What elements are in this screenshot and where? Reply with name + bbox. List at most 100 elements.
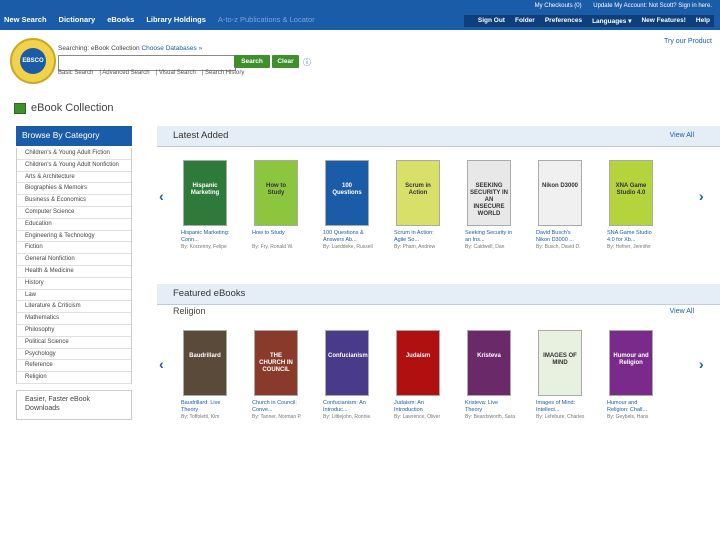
book-title-link[interactable]: Images of Mind: Intellect... xyxy=(536,400,586,413)
nav-library-holdings[interactable]: Library Holdings xyxy=(146,15,206,24)
help-icon[interactable]: ⓘ xyxy=(303,57,311,68)
category-item[interactable]: Religion xyxy=(17,372,131,384)
category-item[interactable]: Political Science xyxy=(17,337,131,349)
category-item[interactable]: Psychology xyxy=(17,349,131,361)
book-cover[interactable]: Judaism xyxy=(396,330,440,396)
help-link[interactable]: Help xyxy=(696,17,710,25)
book-cover[interactable]: Kristeva xyxy=(467,330,511,396)
searching-db-name: Searching: eBook Collection xyxy=(58,45,140,52)
preferences-link[interactable]: Preferences xyxy=(545,17,582,25)
book-author: By: Lueddeke, Russell xyxy=(323,244,373,250)
book-cover[interactable]: Confucianism xyxy=(325,330,369,396)
ebsco-logo[interactable]: EBSCO xyxy=(10,38,56,84)
featured-next-arrow-icon[interactable]: › xyxy=(699,356,704,372)
sign-out-link[interactable]: Sign Out xyxy=(478,17,505,25)
book-title-link[interactable]: Kristeva: Live Theory xyxy=(465,400,515,413)
category-item[interactable]: Philosophy xyxy=(17,325,131,337)
category-item[interactable]: Mathematics xyxy=(17,313,131,325)
languages-menu[interactable]: Languages ▾ xyxy=(592,17,631,25)
latest-added-header: Latest Added View All xyxy=(157,126,720,147)
my-checkouts-link[interactable]: My Checkouts (0) xyxy=(535,3,582,9)
book-cover[interactable]: XNA Game Studio 4.0 xyxy=(609,160,653,226)
book-cover[interactable]: 100 Questions xyxy=(325,160,369,226)
category-item[interactable]: Biographies & Memoirs xyxy=(17,183,131,196)
try-product-link[interactable]: Try our Product xyxy=(664,38,712,45)
category-item[interactable]: History xyxy=(17,278,131,290)
book-author: By: Littlejohn, Ronnie xyxy=(323,414,371,420)
visual-search-link[interactable]: Visual Search xyxy=(159,70,196,76)
book-title-link[interactable]: David Busch's Nikon D3000 ... xyxy=(536,230,586,243)
folder-link[interactable]: Folder xyxy=(515,17,535,25)
category-item[interactable]: Business & Economics xyxy=(17,195,131,207)
book-title-link[interactable]: Seeking Security in an Ins... xyxy=(465,230,515,243)
book-author: By: Tanner, Norman P. xyxy=(252,414,302,420)
category-item[interactable]: Education xyxy=(17,219,131,231)
book-author: By: Lawrence, Oliver xyxy=(394,414,441,420)
latest-next-arrow-icon[interactable]: › xyxy=(699,188,704,204)
book-author: By: Hefner, Jennifer xyxy=(607,244,651,250)
nav-atoz[interactable]: A-to-z Publications & Locator xyxy=(218,15,315,24)
book-title-link[interactable]: Scrum in Action: Agile So... xyxy=(394,230,444,243)
choose-databases-link[interactable]: Choose Databases » xyxy=(141,45,202,52)
book-cover[interactable]: Baudrillard xyxy=(183,330,227,396)
book-title-link[interactable]: Baudrillard: Live Theory xyxy=(181,400,231,413)
category-item[interactable]: Health & Medicine xyxy=(17,266,131,278)
featured-prev-arrow-icon[interactable]: ‹ xyxy=(159,356,164,372)
book-cover[interactable]: THE CHURCH IN COUNCIL xyxy=(254,330,298,396)
book-cover[interactable]: Hispanic Marketing xyxy=(183,160,227,226)
book-cover[interactable]: Nikon D3000 xyxy=(538,160,582,226)
latest-view-all-link[interactable]: View All xyxy=(670,132,694,139)
book-cover-text: Kristeva xyxy=(477,353,501,359)
new-features-link[interactable]: New Features! xyxy=(641,17,685,25)
book-cover[interactable]: Humour and Religion xyxy=(609,330,653,396)
book-author: By: Busch, David D. xyxy=(536,244,581,250)
latest-added-panel: Latest Added View All ‹ › Hispanic Marke… xyxy=(157,126,720,276)
category-item[interactable]: Reference xyxy=(17,360,131,373)
book-cover[interactable]: How to Study xyxy=(254,160,298,226)
nav-dictionary[interactable]: Dictionary xyxy=(59,15,96,24)
featured-view-all-link[interactable]: View All xyxy=(670,308,694,315)
category-item[interactable]: Engineering & Technology xyxy=(17,231,131,243)
search-options: Basic Search | Advanced Search | Visual Se… xyxy=(58,70,245,76)
category-item[interactable]: General Nonfiction xyxy=(17,254,131,266)
book-cover[interactable]: IMAGES OF MIND xyxy=(538,330,582,396)
book-cover[interactable]: Scrum in Action xyxy=(396,160,440,226)
book-title-link[interactable]: Hispanic Marketing: Conn... xyxy=(181,230,231,243)
page-title: eBook Collection xyxy=(14,102,114,114)
clear-button[interactable]: Clear xyxy=(272,55,299,68)
book-cover-text: Nikon D3000 xyxy=(541,183,578,189)
basic-search-link[interactable]: Basic Search xyxy=(58,70,93,76)
easy-downloads-link[interactable]: Easier, Faster eBook Downloads xyxy=(16,389,132,420)
search-history-link[interactable]: Search History xyxy=(205,70,244,76)
category-item[interactable]: Children's & Young Adult Nonfiction xyxy=(17,160,131,172)
search-input[interactable] xyxy=(58,55,236,71)
category-item[interactable]: Law xyxy=(17,290,131,302)
book-author: By: Korzenny, Felipe xyxy=(181,244,227,250)
book-title-link[interactable]: Church in Council: Conve... xyxy=(252,400,302,413)
book-cover-text: XNA Game Studio 4.0 xyxy=(615,183,647,196)
category-list: Children's & Young Adult Fiction Children… xyxy=(16,148,132,384)
book-title-link[interactable]: Judaism: An Introduction xyxy=(394,400,444,413)
advanced-search-link[interactable]: Advanced Search xyxy=(102,70,149,76)
book-cover-text: Confucianism xyxy=(328,353,368,359)
featured-header: Featured eBooks View All xyxy=(157,284,720,315)
category-item[interactable]: Children's & Young Adult Fiction xyxy=(17,148,131,160)
book-title-link[interactable]: SNA Game Studio 4.0 for Xb... xyxy=(607,230,657,243)
update-account-link[interactable]: Update My Account: Not Scott? Sign in he… xyxy=(593,3,712,9)
category-item[interactable]: Literature & Criticism xyxy=(17,301,131,314)
book-cover[interactable]: SEEKING SECURITY IN AN INSECURE WORLD xyxy=(467,160,511,226)
book-title-link[interactable]: Humour and Religion: Chall... xyxy=(607,400,657,413)
nav-ebooks[interactable]: eBooks xyxy=(107,15,134,24)
category-item[interactable]: Fiction xyxy=(17,242,131,255)
category-item[interactable]: Computer Science xyxy=(17,207,131,219)
featured-category: Religion xyxy=(173,306,206,316)
book-author: By: Toffoletti, Kim xyxy=(181,414,220,420)
category-item[interactable]: Arts & Architecture xyxy=(17,172,131,184)
book-title-link[interactable]: How to Study xyxy=(252,230,302,237)
latest-prev-arrow-icon[interactable]: ‹ xyxy=(159,188,164,204)
category-sidebar: Browse By Category Children's & Young Ad… xyxy=(16,126,132,420)
nav-new-search[interactable]: New Search xyxy=(4,15,47,24)
book-title-link[interactable]: 100 Questions & Answers Ab... xyxy=(323,230,373,243)
book-title-link[interactable]: Confucianism: An Introduc... xyxy=(323,400,373,413)
search-button[interactable]: Search xyxy=(234,55,270,68)
